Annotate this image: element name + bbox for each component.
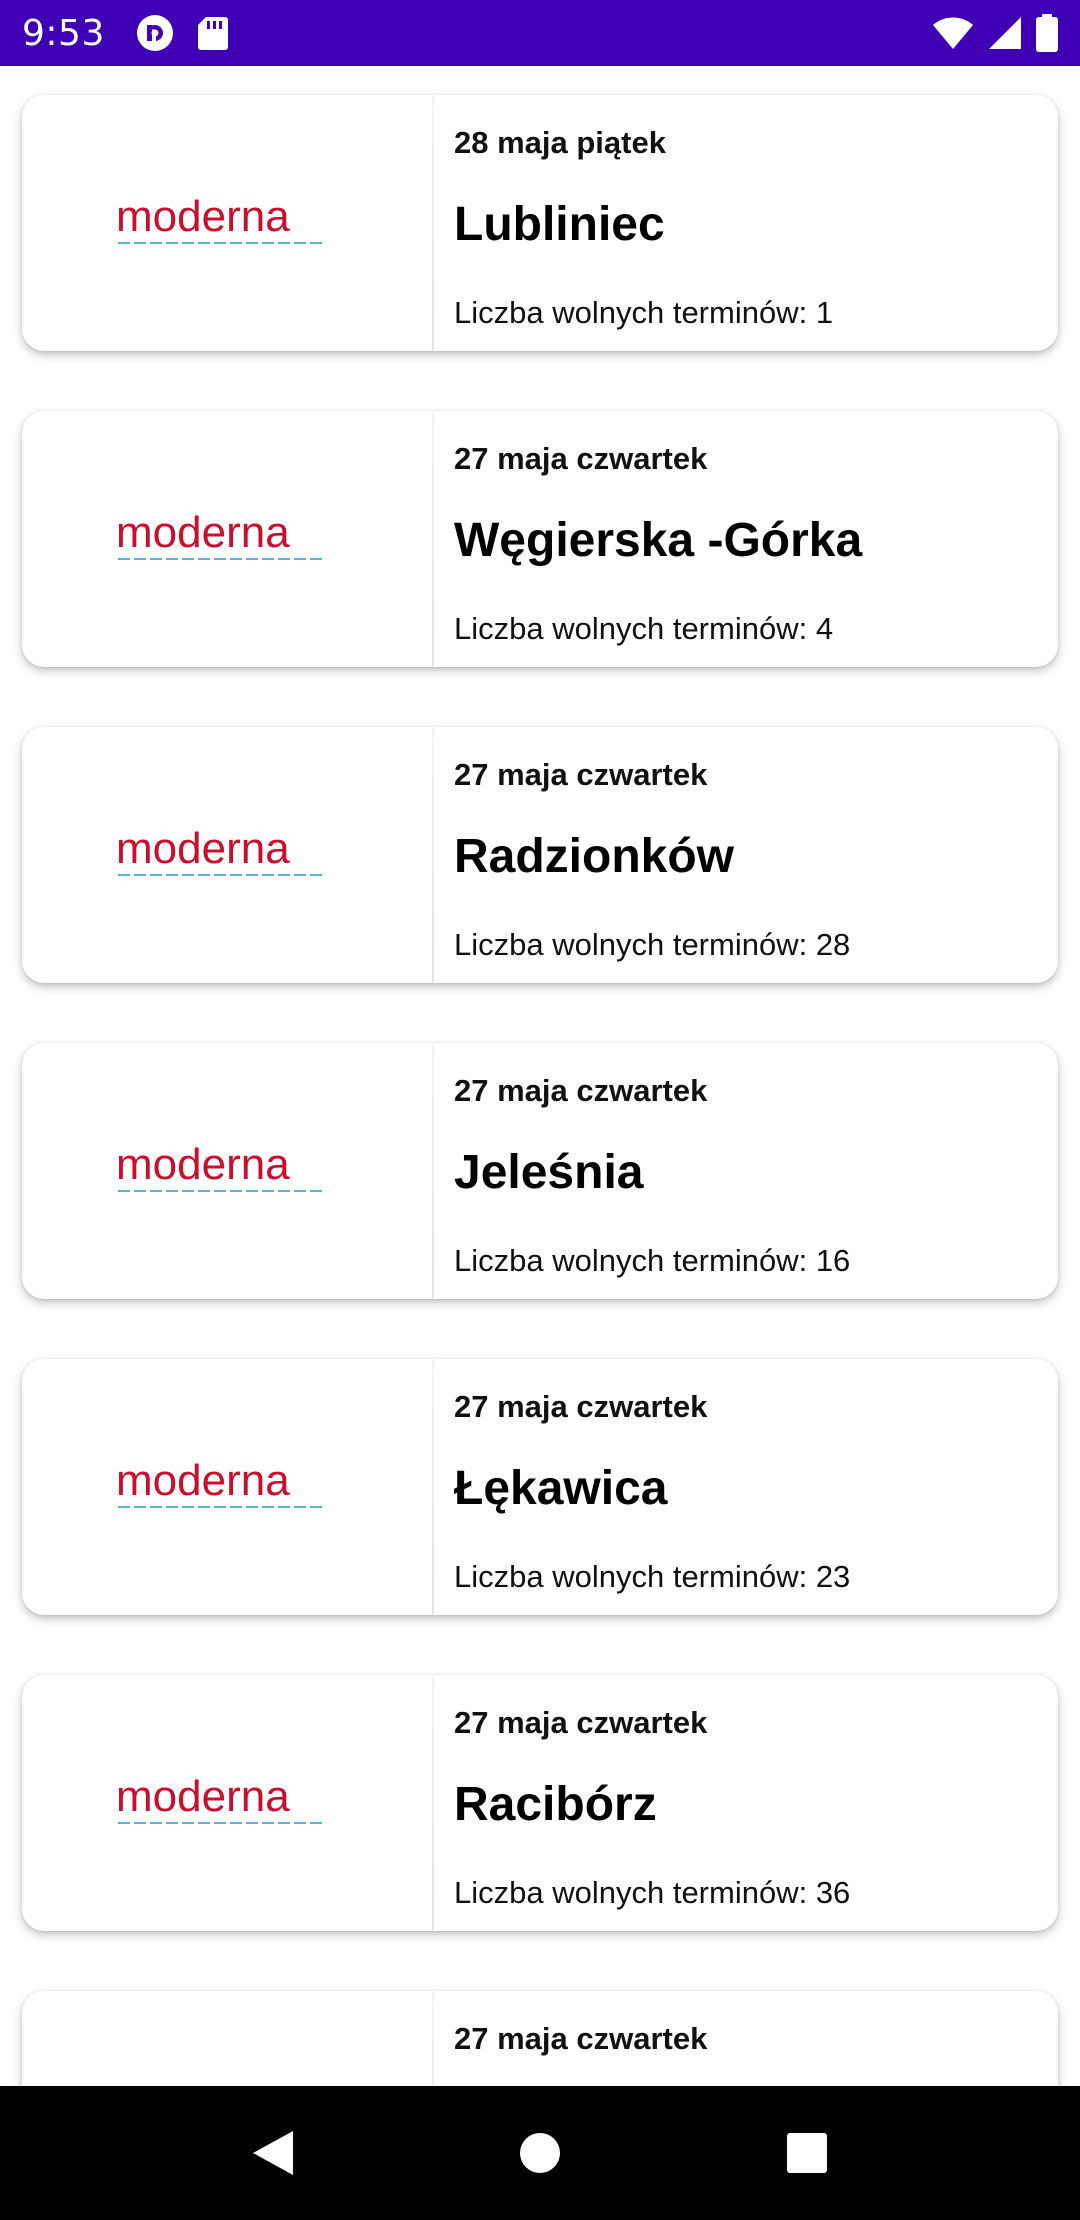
card-slots: Liczba wolnych terminów: 28 — [454, 927, 851, 962]
appointment-list[interactable]: moderna 28 maja piątek Lubliniec Liczba … — [0, 66, 1080, 2086]
appointment-card[interactable]: moderna 27 maja czwartek — [22, 1991, 1058, 2086]
appointment-card[interactable]: moderna 28 maja piątek Lubliniec Liczba … — [22, 95, 1058, 351]
svg-text:moderna: moderna — [116, 1141, 290, 1189]
card-city: Radzionków — [454, 830, 735, 883]
svg-text:moderna: moderna — [116, 1457, 290, 1505]
card-date: 28 maja piątek — [454, 125, 666, 160]
card-text: 27 maja czwartek Łękawica Liczba wolnych… — [454, 1359, 1038, 1615]
status-time: 9:53 — [22, 12, 105, 54]
sd-card-icon — [197, 15, 229, 51]
navigation-bar — [0, 2086, 1080, 2220]
back-button[interactable] — [228, 2108, 318, 2198]
appointment-card[interactable]: moderna 27 maja czwartek Racibórz Liczba… — [22, 1675, 1058, 1931]
svg-text:moderna: moderna — [116, 825, 290, 873]
card-slots: Liczba wolnych terminów: 16 — [454, 1243, 851, 1278]
card-date: 27 maja czwartek — [454, 757, 708, 792]
card-city: Lubliniec — [454, 198, 665, 251]
svg-text:moderna: moderna — [116, 509, 290, 557]
svg-text:moderna: moderna — [116, 193, 290, 241]
recents-icon — [786, 2133, 827, 2173]
card-slots: Liczba wolnych terminów: 23 — [454, 1559, 851, 1594]
card-date: 27 maja czwartek — [454, 1073, 708, 1108]
status-icons-right — [932, 14, 1058, 52]
card-divider — [432, 411, 434, 667]
appointment-card[interactable]: moderna 27 maja czwartek Łękawica Liczba… — [22, 1359, 1058, 1615]
card-text: 27 maja czwartek — [454, 1991, 1038, 2086]
card-slots: Liczba wolnych terminów: 4 — [454, 611, 834, 646]
home-button[interactable] — [495, 2108, 585, 2198]
card-slots: Liczba wolnych terminów: 36 — [454, 1875, 851, 1910]
home-icon — [519, 2133, 560, 2173]
card-divider — [432, 95, 434, 351]
card-date: 27 maja czwartek — [454, 441, 708, 476]
card-city: Jeleśnia — [454, 1146, 644, 1199]
svg-text:moderna: moderna — [116, 1773, 290, 1821]
appointment-card[interactable]: moderna 27 maja czwartek Węgierska -Górk… — [22, 411, 1058, 667]
appointment-card[interactable]: moderna 27 maja czwartek Radzionków Licz… — [22, 727, 1058, 983]
moderna-logo: moderna — [22, 1675, 432, 1931]
card-divider — [432, 727, 434, 983]
card-city: Łękawica — [454, 1462, 668, 1515]
status-bar: 9:53 — [0, 0, 1080, 66]
battery-icon — [1036, 14, 1058, 52]
back-icon — [253, 2131, 294, 2175]
moderna-logo: moderna — [22, 1359, 432, 1615]
appointment-card[interactable]: moderna 27 maja czwartek Jeleśnia Liczba… — [22, 1043, 1058, 1299]
moderna-logo: moderna — [22, 95, 432, 351]
card-divider — [432, 1359, 434, 1615]
status-icons-left — [135, 13, 229, 53]
card-city: Węgierska -Górka — [454, 514, 863, 567]
card-slots: Liczba wolnych terminów: 1 — [454, 295, 834, 330]
moderna-logo: moderna — [22, 1991, 432, 2086]
card-date: 27 maja czwartek — [454, 1705, 708, 1740]
moderna-logo: moderna — [22, 1043, 432, 1299]
card-divider — [432, 1675, 434, 1931]
card-divider — [432, 1043, 434, 1299]
card-date: 27 maja czwartek — [454, 2021, 708, 2056]
card-divider — [432, 1991, 434, 2086]
wifi-icon — [932, 16, 974, 50]
pocket-casts-icon — [135, 13, 175, 53]
card-date: 27 maja czwartek — [454, 1389, 708, 1424]
card-text: 28 maja piątek Lubliniec Liczba wolnych … — [454, 95, 1038, 351]
card-text: 27 maja czwartek Radzionków Liczba wolny… — [454, 727, 1038, 983]
card-text: 27 maja czwartek Racibórz Liczba wolnych… — [454, 1675, 1038, 1931]
card-text: 27 maja czwartek Jeleśnia Liczba wolnych… — [454, 1043, 1038, 1299]
moderna-logo: moderna — [22, 727, 432, 983]
recents-button[interactable] — [762, 2108, 852, 2198]
card-text: 27 maja czwartek Węgierska -Górka Liczba… — [454, 411, 1038, 667]
moderna-logo: moderna — [22, 411, 432, 667]
cellular-signal-icon — [988, 16, 1022, 50]
card-city: Racibórz — [454, 1778, 657, 1831]
